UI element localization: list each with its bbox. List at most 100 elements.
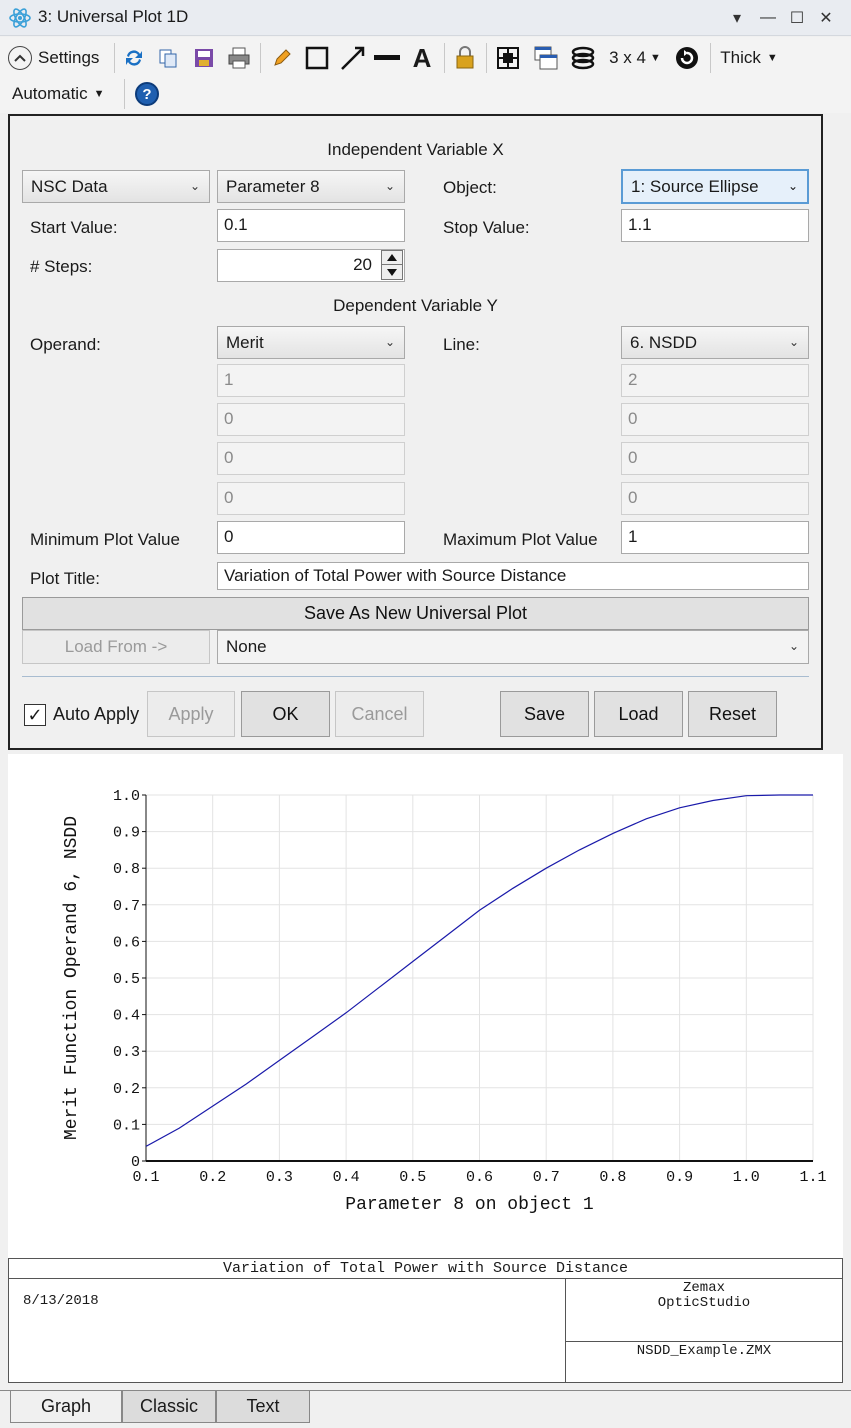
copy-icon[interactable]	[154, 41, 182, 75]
close-button[interactable]: ✕	[812, 4, 840, 32]
chevron-down-icon: ⌄	[384, 335, 395, 349]
line-dropdown[interactable]: 6. NSDD ⌄	[621, 326, 809, 359]
scale-dropdown[interactable]: Automatic ▼	[12, 77, 116, 111]
tab-classic[interactable]: Classic	[122, 1391, 216, 1423]
dependent-variable-header: Dependent Variable Y	[333, 296, 498, 315]
line-tool-icon[interactable]	[372, 41, 402, 75]
x-tick-label: 0.7	[533, 1169, 560, 1186]
minimize-button[interactable]: —	[754, 4, 782, 32]
toolbar: Settings A 3 x 4 ▼ Thick ▼ Automatic ▼ ?	[0, 37, 851, 113]
pencil-icon[interactable]	[268, 41, 296, 75]
param-left-2: 0	[217, 403, 405, 436]
object-value: 1: Source Ellipse	[631, 177, 759, 196]
y-tick-label: 0.7	[113, 898, 140, 915]
param-right-3: 0	[621, 442, 809, 475]
reset-button[interactable]: Reset	[688, 691, 777, 737]
save-image-icon[interactable]	[190, 41, 218, 75]
param-left-4: 0	[217, 482, 405, 515]
scale-label: Automatic	[12, 84, 88, 103]
save-as-new-button[interactable]: Save As New Universal Plot	[22, 597, 809, 630]
load-from-value: None	[226, 637, 267, 656]
steps-input[interactable]: 20	[217, 249, 405, 282]
window-stack-icon[interactable]	[532, 41, 560, 75]
settings-panel: Independent Variable X NSC Data ⌄ Paramet…	[8, 114, 823, 750]
x-tick-label: 0.5	[399, 1169, 426, 1186]
window-title: 3: Universal Plot 1D	[38, 7, 189, 26]
refresh-icon[interactable]	[120, 41, 148, 75]
chevron-down-icon: ⌄	[384, 179, 395, 193]
brand-line-2: OpticStudio	[657, 1295, 751, 1311]
max-plot-input[interactable]: 1	[621, 521, 809, 554]
max-plot-label: Maximum Plot Value	[443, 530, 598, 549]
param-right-4: 0	[621, 482, 809, 515]
footer-divider-h	[566, 1341, 842, 1342]
chevron-down-icon: ⌄	[788, 335, 799, 349]
y-tick-label: 0.8	[113, 861, 140, 878]
x-tick-label: 1.0	[733, 1169, 760, 1186]
layers-icon[interactable]	[568, 41, 598, 75]
y-tick-label: 0.5	[113, 971, 140, 988]
line-value: 6. NSDD	[630, 333, 698, 352]
print-icon[interactable]	[224, 41, 254, 75]
stop-value-input[interactable]: 1.1	[621, 209, 809, 242]
auto-apply-checkbox[interactable]: ✓	[24, 704, 46, 726]
rectangle-tool-icon[interactable]	[302, 41, 332, 75]
divider	[22, 676, 809, 677]
save-button[interactable]: Save	[500, 691, 589, 737]
grid-layout-icon[interactable]	[494, 41, 522, 75]
x-tick-label: 0.2	[199, 1169, 226, 1186]
layout-dropdown[interactable]: 3 x 4 ▼	[606, 41, 664, 75]
load-button[interactable]: Load	[594, 691, 683, 737]
window-menu-dropdown[interactable]: ▾	[723, 4, 751, 32]
parameter-value: Parameter 8	[226, 177, 320, 196]
text-tool-icon[interactable]: A	[408, 41, 436, 75]
operand-dropdown[interactable]: Merit ⌄	[217, 326, 405, 359]
start-value-input[interactable]: 0.1	[217, 209, 405, 242]
independent-variable-header: Independent Variable X	[327, 140, 504, 159]
help-button[interactable]: ?	[132, 77, 162, 111]
tab-graph[interactable]: Graph	[10, 1391, 122, 1423]
plot-info-box: Variation of Total Power with Source Dis…	[8, 1258, 843, 1383]
line-thickness-dropdown[interactable]: Thick ▼	[716, 41, 782, 75]
object-dropdown[interactable]: 1: Source Ellipse ⌄	[621, 169, 809, 204]
load-from-dropdown[interactable]: None ⌄	[217, 630, 809, 664]
y-tick-label: 0.6	[113, 934, 140, 951]
stepper-up-icon[interactable]	[381, 250, 403, 265]
y-tick-label: 0.9	[113, 825, 140, 842]
settings-toggle[interactable]: Settings	[8, 41, 108, 75]
stepper-down-icon[interactable]	[381, 265, 403, 280]
y-tick-label: 0.1	[113, 1117, 140, 1134]
cancel-button[interactable]: Cancel	[335, 691, 424, 737]
layout-label: 3 x 4	[609, 48, 646, 67]
stop-value-label: Stop Value:	[443, 218, 530, 237]
zemax-atom-icon	[8, 6, 32, 35]
tab-text[interactable]: Text	[216, 1391, 310, 1423]
x-tick-label: 0.9	[666, 1169, 693, 1186]
min-plot-input[interactable]: 0	[217, 521, 405, 554]
y-tick-label: 0.2	[113, 1081, 140, 1098]
param-left-1: 1	[217, 364, 405, 397]
x-axis-label: Parameter 8 on object 1	[345, 1195, 593, 1215]
plot-title-input[interactable]: Variation of Total Power with Source Dis…	[217, 562, 809, 590]
steps-label: # Steps:	[30, 257, 93, 276]
auto-apply-label: Auto Apply	[53, 704, 140, 724]
steps-stepper[interactable]	[381, 250, 403, 281]
chevron-down-icon: ▼	[649, 52, 661, 64]
param-left-3: 0	[217, 442, 405, 475]
arrow-tool-icon[interactable]	[338, 41, 368, 75]
data-type-dropdown[interactable]: NSC Data ⌄	[22, 170, 210, 203]
rotate-icon[interactable]	[672, 41, 702, 75]
help-icon: ?	[135, 82, 159, 106]
start-value-label: Start Value:	[30, 218, 118, 237]
collapse-up-icon	[8, 46, 32, 70]
apply-button[interactable]: Apply	[147, 691, 235, 737]
ok-button[interactable]: OK	[241, 691, 330, 737]
footer-date: 8/13/2018	[23, 1293, 99, 1309]
lock-icon[interactable]	[452, 41, 478, 75]
chevron-down-icon: ⌄	[787, 179, 798, 193]
load-from-button: Load From ->	[22, 630, 210, 664]
maximize-button[interactable]: ☐	[783, 4, 811, 32]
parameter-dropdown[interactable]: Parameter 8 ⌄	[217, 170, 405, 203]
object-label: Object:	[443, 178, 497, 197]
plot-area: 0.1 0.2 0.3 0.4 0.5 0.6 0.7 0.8 0.9 1.0 1.1 0 0.1 0.2…	[8, 754, 843, 1259]
